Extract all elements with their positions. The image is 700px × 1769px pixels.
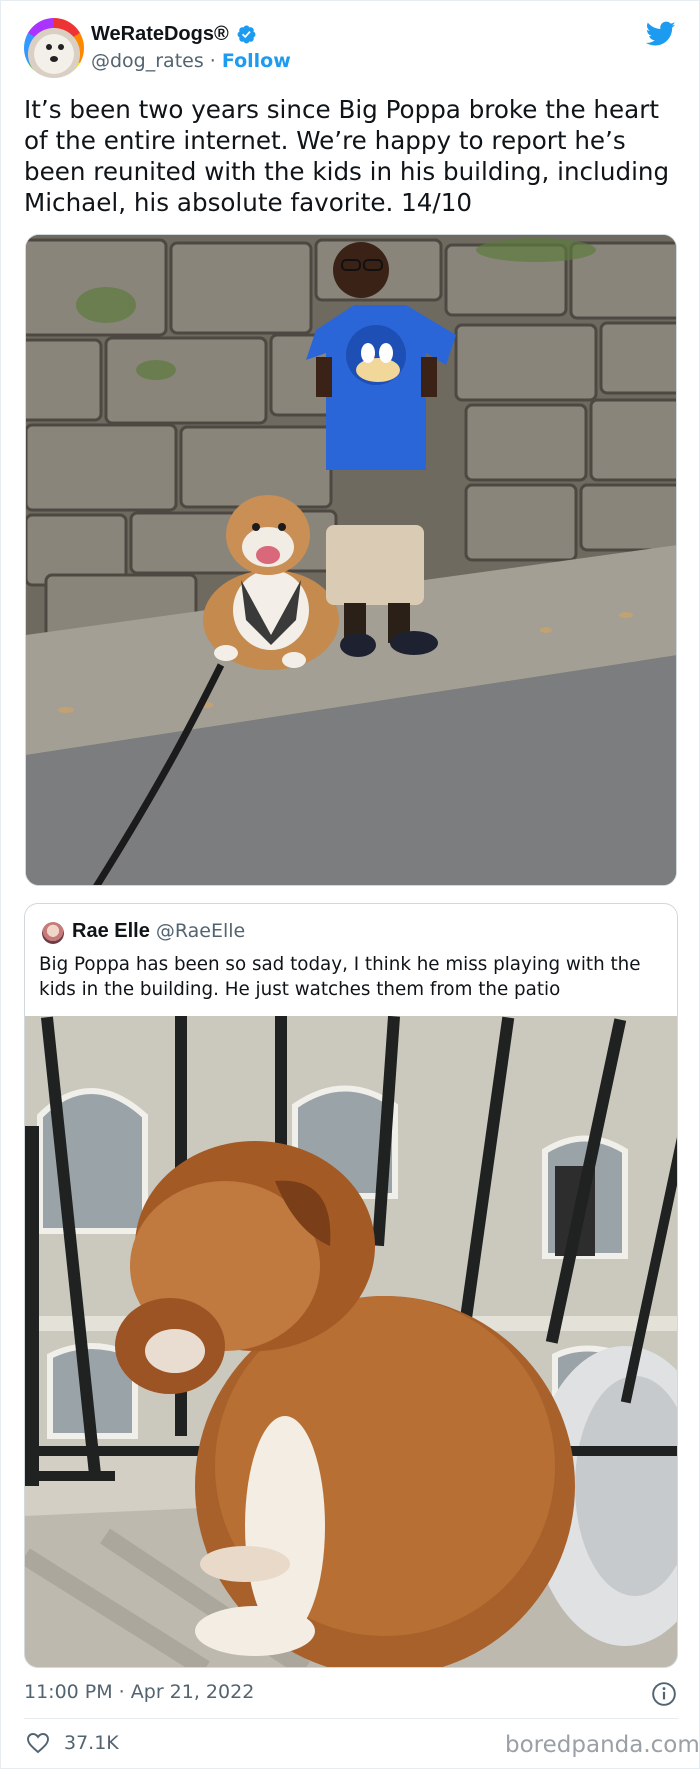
verified-badge-icon — [237, 25, 256, 44]
photo-bulldog-on-patio-illustration — [25, 1016, 677, 1667]
quoted-author-name[interactable]: Rae Elle — [72, 920, 150, 942]
watermark-text: boredpanda.com — [505, 1732, 700, 1758]
quoted-tweet-photo[interactable] — [25, 1016, 677, 1667]
info-icon[interactable] — [651, 1681, 677, 1707]
tweet-card: WeRateDogs® @dog_rates · Follow It’s bee… — [0, 0, 700, 1769]
author-handle-row: @dog_rates · Follow — [91, 50, 291, 72]
quoted-tweet[interactable]: Rae Elle @RaeElle Big Poppa has been so s… — [24, 903, 678, 1668]
handle-separator: · — [203, 50, 222, 72]
author-name-row: WeRateDogs® — [91, 23, 257, 46]
author-handle[interactable]: @dog_rates — [91, 50, 204, 72]
like-count: 37.1K — [64, 1732, 119, 1754]
footer-divider — [24, 1718, 678, 1719]
tweet-photo[interactable] — [25, 234, 677, 886]
quoted-tweet-text: Big Poppa has been so sad today, I think… — [39, 954, 641, 1000]
author-avatar[interactable] — [24, 18, 84, 78]
photo-dog-and-kid-illustration — [26, 235, 676, 885]
tweet-timestamp[interactable]: 11:00 PM · Apr 21, 2022 — [24, 1681, 254, 1703]
quoted-author-avatar[interactable] — [42, 922, 64, 944]
quoted-author-handle[interactable]: @RaeElle — [156, 920, 245, 942]
tweet-text: It’s been two years since Big Poppa brok… — [24, 95, 670, 217]
quoted-author-row: Rae Elle @RaeElle — [72, 920, 245, 943]
author-display-name[interactable]: WeRateDogs® — [91, 23, 229, 46]
follow-button[interactable]: Follow — [222, 50, 291, 72]
twitter-bird-icon[interactable] — [646, 21, 676, 47]
heart-icon[interactable] — [26, 1732, 50, 1754]
